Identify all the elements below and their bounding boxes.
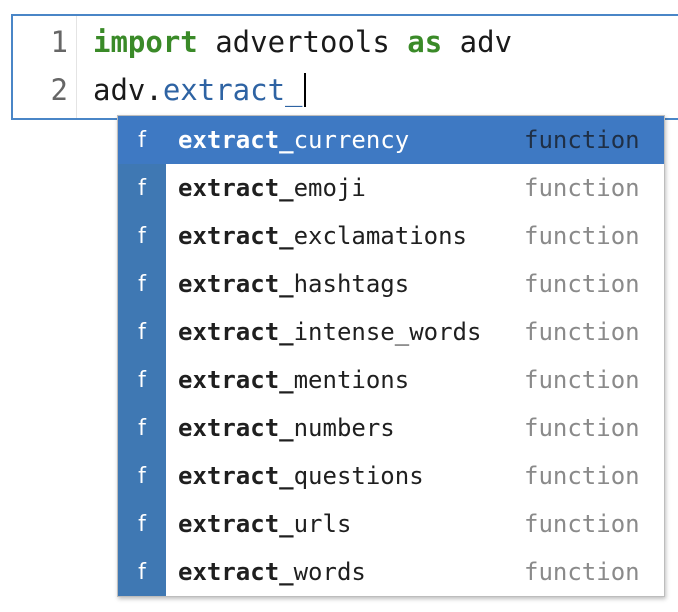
- completion-item[interactable]: f extract_hashtags function: [118, 260, 664, 308]
- completion-item[interactable]: f extract_exclamations function: [118, 212, 664, 260]
- completion-name: extract_emoji: [178, 174, 366, 202]
- keyword-import: import: [93, 25, 198, 59]
- completion-name: extract_words: [178, 558, 366, 586]
- code-line[interactable]: adv.extract_: [93, 66, 306, 114]
- completion-item[interactable]: f extract_urls function: [118, 500, 664, 548]
- completion-item[interactable]: f extract_numbers function: [118, 404, 664, 452]
- code-cell-editor[interactable]: 1 2 import advertools as adv adv.extract…: [11, 14, 678, 120]
- function-type-icon: f: [118, 308, 166, 356]
- completion-item[interactable]: f extract_words function: [118, 548, 664, 596]
- function-type-icon: f: [118, 500, 166, 548]
- code-line[interactable]: import advertools as adv: [93, 18, 512, 66]
- completion-kind: function: [524, 126, 640, 154]
- completion-name: extract_urls: [178, 510, 352, 538]
- completion-kind: function: [524, 462, 640, 490]
- completion-name: extract_intense_words: [178, 318, 482, 346]
- function-type-icon: f: [118, 116, 166, 164]
- completion-kind: function: [524, 222, 640, 250]
- completion-kind: function: [524, 270, 640, 298]
- completion-item[interactable]: f extract_mentions function: [118, 356, 664, 404]
- completion-kind: function: [524, 318, 640, 346]
- completion-name: extract_currency: [178, 126, 410, 154]
- completion-kind: function: [524, 366, 640, 394]
- completion-item[interactable]: f extract_intense_words function: [118, 308, 664, 356]
- completion-item[interactable]: f extract_currency function: [118, 116, 664, 164]
- line-number: 2: [50, 73, 68, 107]
- completion-kind: function: [524, 174, 640, 202]
- completion-kind: function: [524, 558, 640, 586]
- function-type-icon: f: [118, 164, 166, 212]
- line-number-gutter: 1 2: [13, 16, 77, 118]
- typed-attribute: extract_: [162, 73, 303, 107]
- line-number: 1: [50, 25, 68, 59]
- function-type-icon: f: [118, 212, 166, 260]
- completion-kind: function: [524, 414, 640, 442]
- function-type-icon: f: [118, 452, 166, 500]
- object-prefix: adv.: [93, 73, 163, 107]
- completion-item[interactable]: f extract_questions function: [118, 452, 664, 500]
- completion-item[interactable]: f extract_emoji function: [118, 164, 664, 212]
- completion-name: extract_numbers: [178, 414, 395, 442]
- function-type-icon: f: [118, 404, 166, 452]
- module-alias: adv: [442, 25, 513, 59]
- keyword-as: as: [407, 25, 443, 59]
- completion-kind: function: [524, 510, 640, 538]
- completion-name: extract_questions: [178, 462, 424, 490]
- completion-name: extract_hashtags: [178, 270, 410, 298]
- function-type-icon: f: [118, 548, 166, 596]
- completion-name: extract_mentions: [178, 366, 410, 394]
- text-cursor: [303, 73, 306, 107]
- function-type-icon: f: [118, 260, 166, 308]
- completion-name: extract_exclamations: [178, 222, 467, 250]
- module-name: advertools: [197, 25, 408, 59]
- autocomplete-popup[interactable]: f extract_currency function f extract_em…: [117, 115, 665, 597]
- function-type-icon: f: [118, 356, 166, 404]
